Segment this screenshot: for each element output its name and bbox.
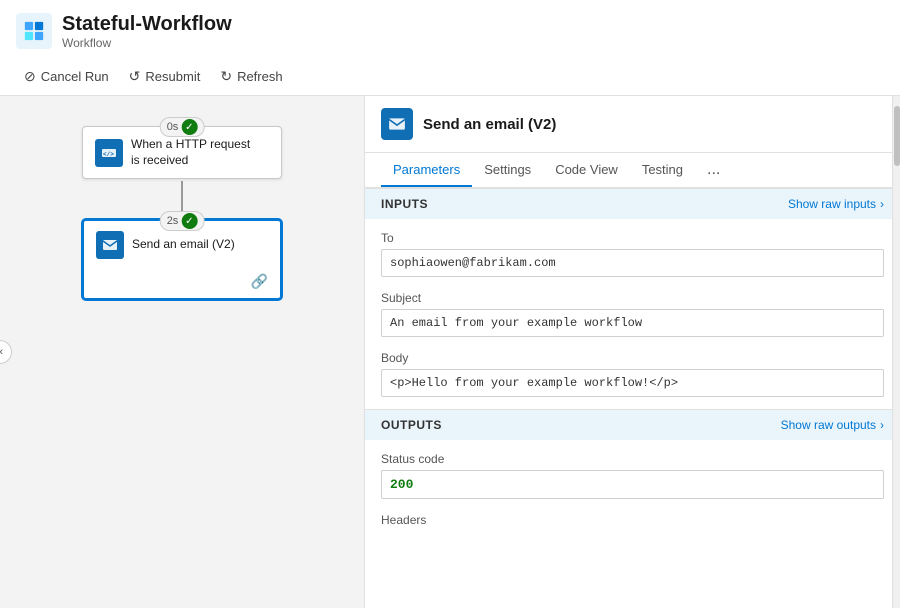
outputs-section-header: OUTPUTS Show raw outputs ›: [365, 410, 900, 440]
page-title: Stateful-Workflow: [62, 12, 232, 36]
workflow-nodes: 0s ✓ </> When a HTTP requestis received: [20, 116, 344, 300]
page-subtitle: Workflow: [62, 36, 232, 50]
detail-tabs: Parameters Settings Code View Testing ..…: [365, 153, 900, 188]
email-node-icon: [96, 231, 124, 259]
scroll-thumb: [894, 106, 900, 166]
show-raw-outputs-button[interactable]: Show raw outputs ›: [781, 418, 884, 432]
outputs-section-title: OUTPUTS: [381, 418, 442, 432]
tabs-more-button[interactable]: ...: [699, 153, 728, 187]
inputs-section-header: INPUTS Show raw inputs ›: [365, 189, 900, 219]
http-trigger-label: When a HTTP requestis received: [131, 137, 250, 168]
field-subject-value: An email from your example workflow: [381, 309, 884, 337]
cancel-icon: ⊘: [24, 68, 36, 85]
inputs-section: INPUTS Show raw inputs › To sophiaowen@f…: [365, 188, 900, 409]
node-badge-http: 0s ✓: [160, 117, 205, 137]
tab-settings[interactable]: Settings: [472, 154, 543, 187]
refresh-icon: ↻: [220, 68, 232, 85]
field-to: To sophiaowen@fabrikam.com: [381, 231, 884, 277]
outputs-section: OUTPUTS Show raw outputs › Status code 2…: [365, 409, 900, 543]
field-to-label: To: [381, 231, 884, 245]
field-to-value: sophiaowen@fabrikam.com: [381, 249, 884, 277]
inputs-section-title: INPUTS: [381, 197, 428, 211]
field-status-value: 200: [381, 470, 884, 499]
field-subject: Subject An email from your example workf…: [381, 291, 884, 337]
link-icon: 🔗: [251, 273, 268, 290]
field-body-value: <p>Hello from your example workflow!</p>: [381, 369, 884, 397]
svg-text:</>: </>: [103, 151, 114, 158]
field-status-label: Status code: [381, 452, 884, 466]
field-headers-label: Headers: [381, 513, 884, 527]
cancel-run-button[interactable]: ⊘ Cancel Run: [16, 64, 117, 89]
scrollbar[interactable]: [892, 96, 900, 608]
workflow-canvas: « 0s ✓ </> When a HTTP requestis receive…: [0, 96, 365, 608]
field-subject-label: Subject: [381, 291, 884, 305]
toolbar: ⊘ Cancel Run ↺ Resubmit ↻ Refresh: [16, 58, 884, 95]
chevron-right-outputs-icon: ›: [880, 418, 884, 432]
send-email-label: Send an email (V2): [132, 237, 235, 253]
node-badge-email: 2s ✓: [160, 211, 205, 231]
check-icon-email: ✓: [181, 213, 197, 229]
chevron-right-icon: ›: [880, 197, 884, 211]
outputs-section-body: Status code 200 Headers: [365, 440, 900, 543]
resubmit-icon: ↺: [129, 68, 141, 85]
panel-content: INPUTS Show raw inputs › To sophiaowen@f…: [365, 188, 900, 608]
main-layout: « 0s ✓ </> When a HTTP requestis receive…: [0, 96, 900, 608]
field-status-code: Status code 200: [381, 452, 884, 499]
detail-header: Send an email (V2): [365, 96, 900, 153]
http-trigger-node[interactable]: 0s ✓ </> When a HTTP requestis received: [82, 126, 282, 179]
app-icon: [16, 13, 52, 49]
collapse-panel-button[interactable]: «: [0, 340, 12, 364]
send-email-node[interactable]: 2s ✓ Send an email (V2) 🔗: [82, 219, 282, 300]
detail-title: Send an email (V2): [423, 116, 556, 133]
header: Stateful-Workflow Workflow ⊘ Cancel Run …: [0, 0, 900, 96]
inputs-section-body: To sophiaowen@fabrikam.com Subject An em…: [365, 219, 900, 409]
tab-testing[interactable]: Testing: [630, 154, 695, 187]
show-raw-inputs-button[interactable]: Show raw inputs ›: [788, 197, 884, 211]
detail-action-icon: [381, 108, 413, 140]
resubmit-button[interactable]: ↺ Resubmit: [121, 64, 209, 89]
tab-parameters[interactable]: Parameters: [381, 154, 472, 187]
header-title-block: Stateful-Workflow Workflow: [62, 12, 232, 50]
refresh-button[interactable]: ↻ Refresh: [212, 64, 290, 89]
http-node-icon: </>: [95, 139, 123, 167]
field-headers: Headers: [381, 513, 884, 527]
field-body-label: Body: [381, 351, 884, 365]
field-body: Body <p>Hello from your example workflow…: [381, 351, 884, 397]
tab-code-view[interactable]: Code View: [543, 154, 630, 187]
check-icon-http: ✓: [181, 119, 197, 135]
detail-panel: Send an email (V2) Parameters Settings C…: [365, 96, 900, 608]
